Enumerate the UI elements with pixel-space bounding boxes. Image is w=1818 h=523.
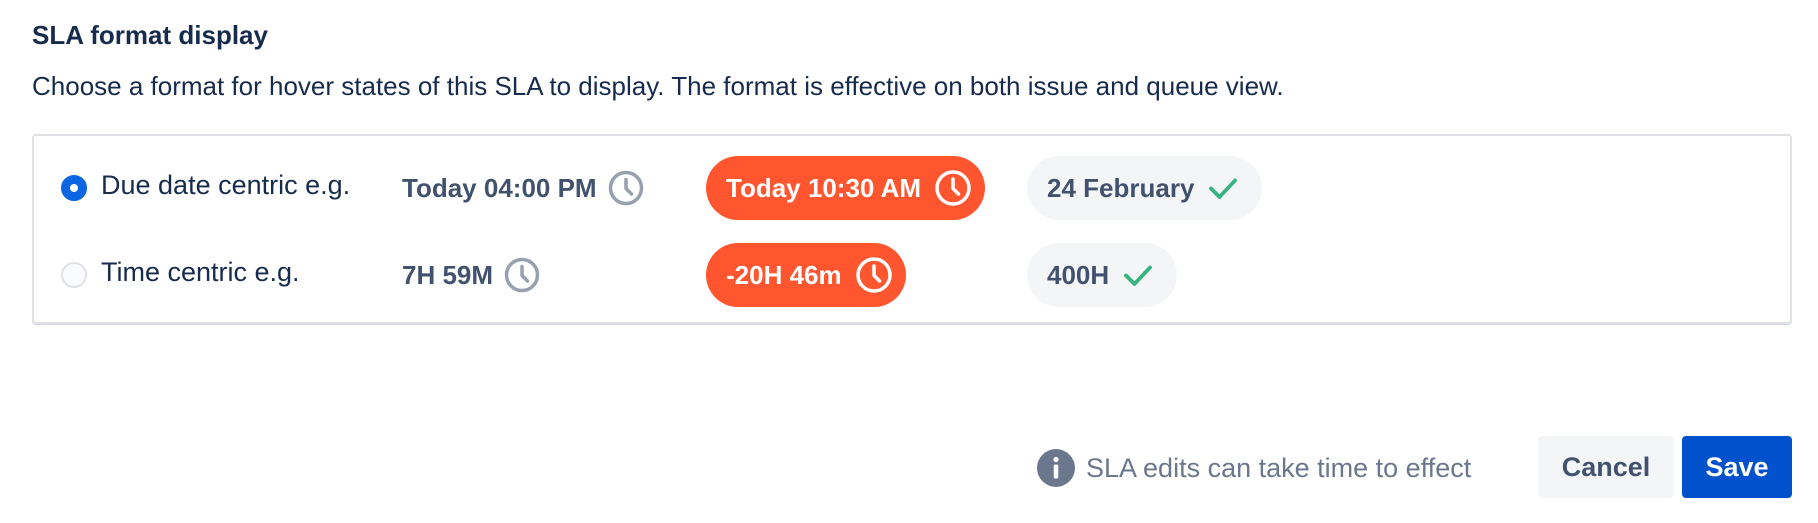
breached-example-text: -20H 46m — [726, 259, 842, 290]
format-option-due-date: Due date centric e.g. Today 04:00 PM Tod… — [34, 156, 1790, 220]
cancel-button[interactable]: Cancel — [1538, 436, 1674, 498]
form-footer: SLA edits can take time to effect Cancel… — [32, 436, 1794, 498]
ongoing-example: Today 04:00 PM — [402, 168, 645, 208]
check-icon — [1206, 171, 1240, 205]
clock-icon — [503, 256, 541, 294]
clock-icon — [854, 255, 894, 295]
clock-icon — [607, 169, 645, 207]
time-radio[interactable] — [61, 262, 87, 288]
ongoing-example-text: Today 04:00 PM — [402, 172, 597, 203]
save-button[interactable]: Save — [1682, 436, 1792, 498]
format-options-panel: Due date centric e.g. Today 04:00 PM Tod… — [32, 134, 1792, 324]
sla-edit-note: SLA edits can take time to effect — [1036, 448, 1471, 488]
breached-lozenge: Today 10:30 AM — [706, 156, 986, 220]
clock-icon — [933, 168, 973, 208]
section-description: Choose a format for hover states of this… — [32, 71, 1284, 101]
ongoing-example: 7H 59M — [402, 255, 541, 295]
due-date-option-label[interactable]: Due date centric e.g. — [101, 170, 350, 201]
due-date-radio[interactable] — [61, 175, 87, 201]
ongoing-example-text: 7H 59M — [402, 259, 494, 290]
info-icon — [1036, 448, 1076, 488]
check-icon — [1121, 258, 1155, 292]
section-title: SLA format display — [32, 20, 268, 50]
time-option-label[interactable]: Time centric e.g. — [101, 257, 300, 288]
met-example-text: 400H — [1047, 259, 1110, 290]
met-example-text: 24 February — [1047, 172, 1195, 203]
format-option-time: Time centric e.g. 7H 59M -20H 46m 400H — [34, 243, 1790, 307]
met-lozenge: 24 February — [1027, 156, 1263, 220]
met-lozenge: 400H — [1027, 243, 1178, 307]
sla-edit-note-text: SLA edits can take time to effect — [1086, 452, 1472, 483]
breached-lozenge: -20H 46m — [706, 243, 906, 307]
breached-example-text: Today 10:30 AM — [726, 172, 922, 203]
